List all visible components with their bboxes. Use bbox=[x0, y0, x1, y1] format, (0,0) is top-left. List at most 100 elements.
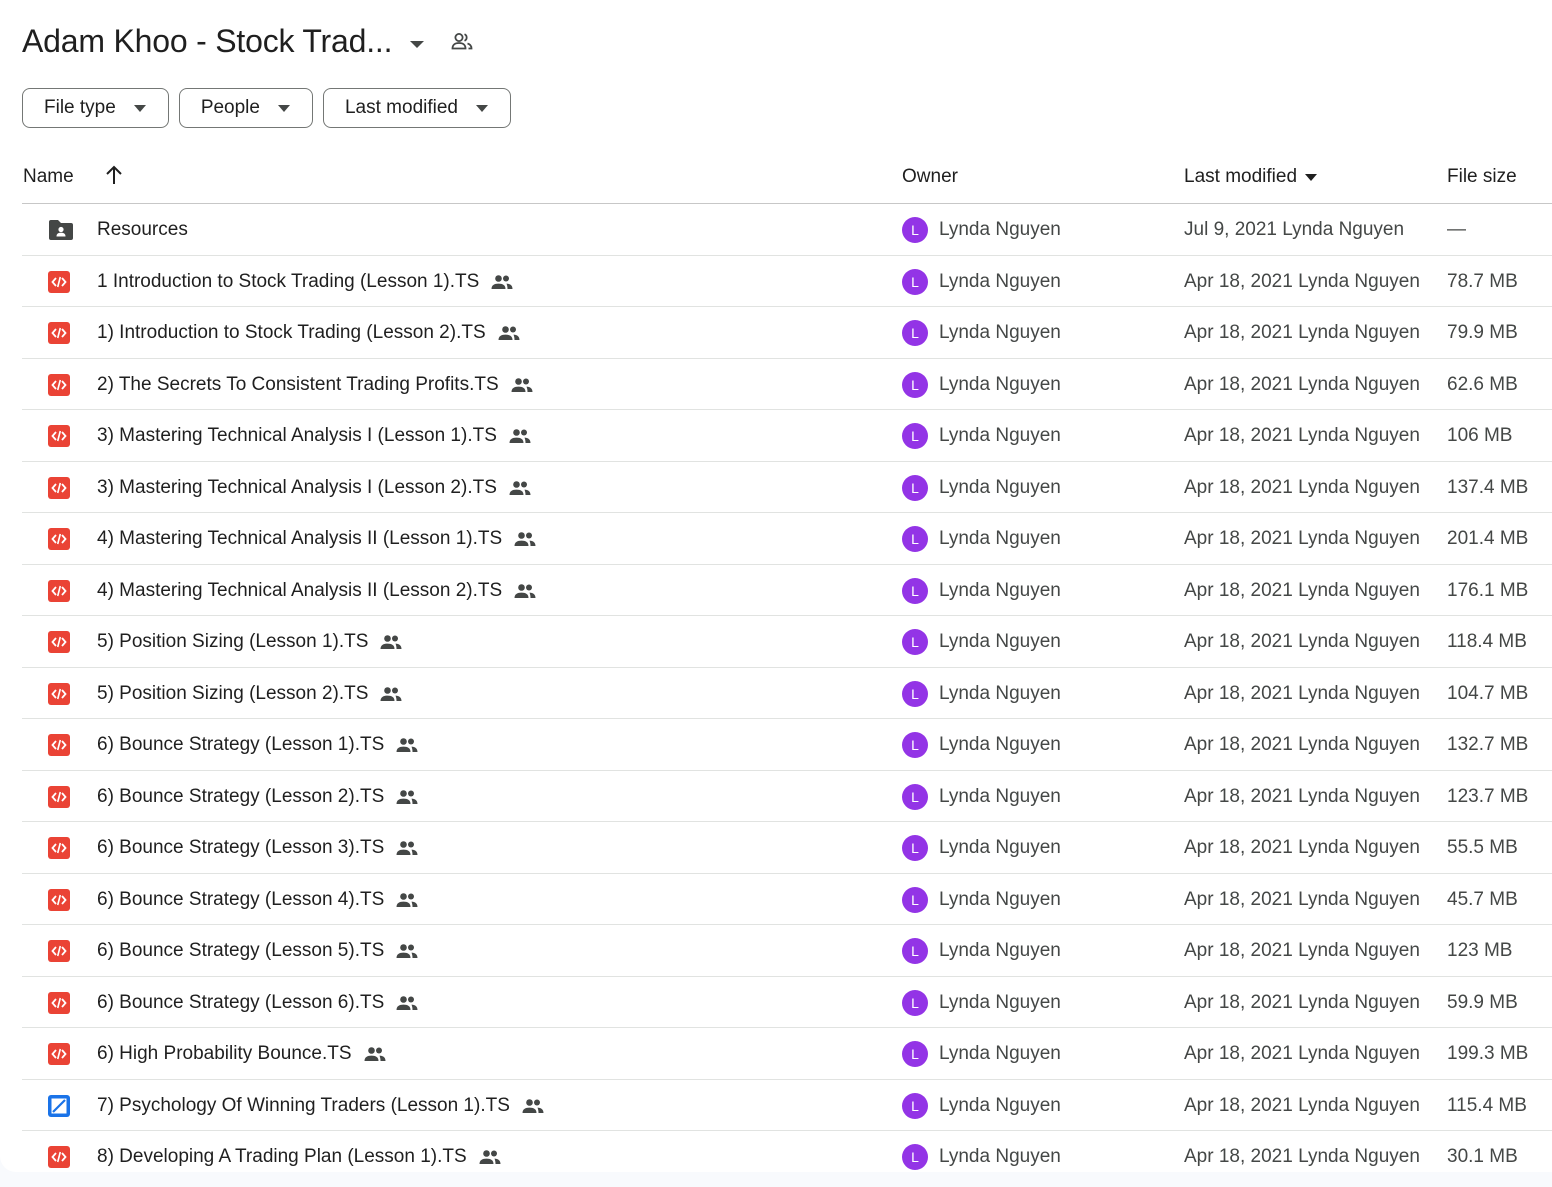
file-row[interactable]: 4) Mastering Technical Analysis II (Less… bbox=[22, 513, 1552, 565]
shared-people-icon bbox=[395, 789, 419, 805]
people-outline-icon[interactable] bbox=[450, 29, 474, 53]
file-name-text: 6) Bounce Strategy (Lesson 6).TS bbox=[97, 991, 385, 1013]
code-file-icon bbox=[48, 785, 72, 808]
owner-cell: L Lynda Nguyen bbox=[902, 423, 1061, 449]
code-file-icon bbox=[48, 888, 72, 911]
avatar[interactable]: L bbox=[902, 268, 928, 295]
folder-title[interactable]: Adam Khoo - Stock Trad... bbox=[22, 23, 392, 60]
owner-name: Lynda Nguyen bbox=[939, 1094, 1061, 1116]
file-row[interactable]: 6) Bounce Strategy (Lesson 6).TS L Lynda N… bbox=[22, 977, 1552, 1028]
people-filter[interactable]: People bbox=[178, 88, 313, 128]
file-row[interactable]: Resources L Lynda Nguyen Jul 9, 2021 Lynda … bbox=[22, 204, 1552, 256]
last-modified-cell: Apr 18, 2021 Lynda Nguyen bbox=[1184, 270, 1420, 292]
file-size-cell: 55.5 MB bbox=[1447, 837, 1518, 858]
last-modified-filter[interactable]: Last modified bbox=[322, 88, 511, 128]
file-name-text: 7) Psychology Of Winning Traders (Lesson… bbox=[97, 1094, 510, 1116]
avatar[interactable]: L bbox=[902, 423, 928, 449]
last-modified-cell: Apr 18, 2021 Lynda Nguyen bbox=[1184, 579, 1420, 601]
file-size-cell: 176.1 MB bbox=[1447, 579, 1529, 601]
shared-people-icon bbox=[395, 892, 419, 908]
code-file-icon bbox=[48, 528, 72, 550]
column-header-owner[interactable]: Owner bbox=[902, 166, 958, 188]
file-name-text: 1 Introduction to Stock Trading (Lesson … bbox=[97, 270, 480, 292]
owner-name: Lynda Nguyen bbox=[939, 528, 1061, 549]
shared-people-icon bbox=[478, 1149, 502, 1165]
owner-cell: L Lynda Nguyen bbox=[902, 938, 1061, 964]
owner-name: Lynda Nguyen bbox=[939, 991, 1061, 1013]
avatar[interactable]: L bbox=[902, 320, 928, 346]
avatar[interactable]: L bbox=[902, 886, 928, 913]
file-name: 5) Position Sizing (Lesson 1).TS bbox=[97, 631, 403, 653]
owner-cell: L Lynda Nguyen bbox=[902, 783, 1061, 810]
avatar[interactable]: L bbox=[902, 526, 928, 552]
arrow-drop-down-icon[interactable] bbox=[410, 36, 425, 48]
avatar[interactable]: L bbox=[902, 732, 928, 758]
file-row[interactable]: 5) Position Sizing (Lesson 2).TS L Lynda N… bbox=[22, 668, 1552, 719]
file-type-filter[interactable]: File type bbox=[22, 88, 169, 128]
avatar[interactable]: L bbox=[902, 629, 928, 655]
file-row[interactable]: 3) Mastering Technical Analysis I (Lesso… bbox=[22, 410, 1552, 462]
file-size-cell: 132.7 MB bbox=[1447, 734, 1529, 755]
file-name-text: 8) Developing A Trading Plan (Lesson 1).… bbox=[97, 1146, 467, 1167]
column-header-name[interactable]: Name bbox=[23, 166, 74, 188]
avatar[interactable]: L bbox=[902, 1041, 928, 1067]
file-row[interactable]: 6) Bounce Strategy (Lesson 3).TS L Lynda N… bbox=[22, 822, 1552, 874]
avatar[interactable]: L bbox=[902, 835, 928, 861]
file-row[interactable]: 2) The Secrets To Consistent Trading Pro… bbox=[22, 359, 1552, 410]
last-modified-cell: Apr 18, 2021 Lynda Nguyen bbox=[1184, 1094, 1420, 1116]
shared-people-icon bbox=[363, 1046, 387, 1062]
avatar[interactable]: L bbox=[902, 783, 928, 810]
file-row[interactable]: 7) Psychology Of Winning Traders (Lesson… bbox=[22, 1080, 1552, 1131]
shared-folder-icon bbox=[48, 219, 73, 241]
file-name: 6) Bounce Strategy (Lesson 1).TS bbox=[97, 734, 419, 756]
file-name-text: Resources bbox=[97, 219, 188, 240]
file-row[interactable]: 6) Bounce Strategy (Lesson 5).TS L Lynda N… bbox=[22, 925, 1552, 977]
avatar[interactable]: L bbox=[902, 474, 928, 501]
last-modified-cell: Apr 18, 2021 Lynda Nguyen bbox=[1184, 991, 1420, 1013]
file-name: 6) Bounce Strategy (Lesson 3).TS bbox=[97, 837, 419, 859]
code-file-icon bbox=[48, 425, 72, 447]
code-file-icon bbox=[48, 734, 72, 756]
file-row[interactable]: 4) Mastering Technical Analysis II (Less… bbox=[22, 565, 1552, 616]
column-header-last-modified[interactable]: Last modified bbox=[1184, 166, 1318, 188]
file-row[interactable]: 8) Developing A Trading Plan (Lesson 1).… bbox=[22, 1131, 1552, 1172]
shared-people-icon bbox=[510, 377, 534, 393]
file-name: 6) Bounce Strategy (Lesson 4).TS bbox=[97, 889, 419, 911]
file-name-text: 3) Mastering Technical Analysis I (Lesso… bbox=[97, 476, 497, 498]
file-row[interactable]: 3) Mastering Technical Analysis I (Lesso… bbox=[22, 462, 1552, 513]
file-name: 3) Mastering Technical Analysis I (Lesso… bbox=[97, 477, 532, 499]
arrow-upward-icon[interactable] bbox=[104, 165, 124, 187]
avatar[interactable]: L bbox=[902, 577, 928, 604]
file-row[interactable]: 6) Bounce Strategy (Lesson 2).TS L Lynda N… bbox=[22, 771, 1552, 822]
owner-name: Lynda Nguyen bbox=[939, 579, 1061, 601]
avatar[interactable]: L bbox=[902, 1092, 928, 1119]
folder-title-bar: Adam Khoo - Stock Trad... bbox=[22, 18, 474, 64]
file-size-cell: 137.4 MB bbox=[1447, 476, 1529, 498]
file-row[interactable]: 6) Bounce Strategy (Lesson 1).TS L Lynda N… bbox=[22, 719, 1552, 771]
avatar[interactable]: L bbox=[902, 1144, 928, 1170]
avatar[interactable]: L bbox=[902, 680, 928, 707]
code-file-icon bbox=[48, 940, 72, 962]
file-row[interactable]: 1 Introduction to Stock Trading (Lesson … bbox=[22, 256, 1552, 307]
file-name: 6) Bounce Strategy (Lesson 5).TS bbox=[97, 940, 419, 962]
file-row[interactable]: 6) Bounce Strategy (Lesson 4).TS L Lynda N… bbox=[22, 874, 1552, 925]
avatar[interactable]: L bbox=[902, 217, 928, 243]
shared-people-icon bbox=[395, 840, 419, 856]
owner-cell: L Lynda Nguyen bbox=[902, 732, 1061, 758]
avatar[interactable]: L bbox=[902, 371, 928, 398]
column-header-file-size[interactable]: File size bbox=[1447, 166, 1517, 188]
shared-people-icon bbox=[508, 480, 532, 496]
file-name-text: 4) Mastering Technical Analysis II (Less… bbox=[97, 579, 503, 601]
file-name: 6) Bounce Strategy (Lesson 6).TS bbox=[97, 992, 419, 1014]
avatar[interactable]: L bbox=[902, 989, 928, 1016]
file-row[interactable]: 6) High Probability Bounce.TS L Lynda Nguy… bbox=[22, 1028, 1552, 1080]
owner-name: Lynda Nguyen bbox=[939, 270, 1061, 292]
file-size-cell: 79.9 MB bbox=[1447, 322, 1518, 343]
avatar[interactable]: L bbox=[902, 938, 928, 964]
owner-name: Lynda Nguyen bbox=[939, 322, 1061, 343]
owner-cell: L Lynda Nguyen bbox=[902, 1144, 1061, 1170]
file-row[interactable]: 1) Introduction to Stock Trading (Lesson… bbox=[22, 307, 1552, 359]
code-file-icon bbox=[48, 579, 72, 602]
owner-cell: L Lynda Nguyen bbox=[902, 835, 1061, 861]
file-row[interactable]: 5) Position Sizing (Lesson 1).TS L Lynda N… bbox=[22, 616, 1552, 668]
